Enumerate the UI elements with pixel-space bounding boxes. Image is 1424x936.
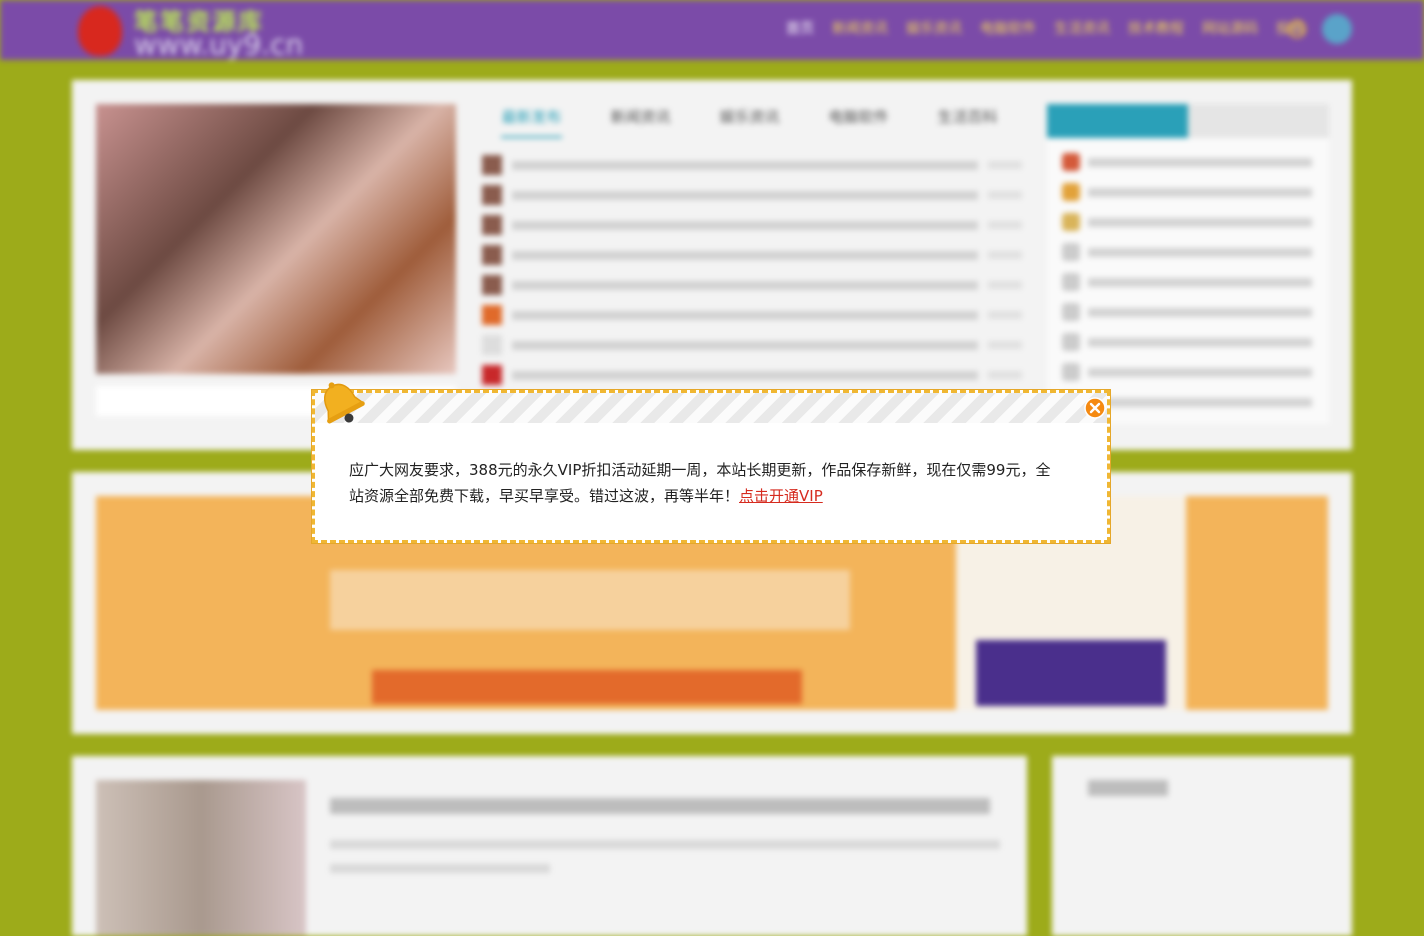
list-item[interactable] <box>482 300 1022 330</box>
list-item[interactable] <box>482 210 1022 240</box>
vip-recruit-image[interactable] <box>976 640 1166 706</box>
list-item[interactable] <box>482 150 1022 180</box>
site-logo-url: www.uy9.cn <box>134 28 304 61</box>
ranking-sidebar <box>1047 104 1329 424</box>
list-item[interactable] <box>1062 362 1312 382</box>
avatar[interactable] <box>1322 14 1352 44</box>
nav-item[interactable]: 娱乐资讯 <box>906 18 962 38</box>
post-card[interactable] <box>72 756 1027 936</box>
list-item[interactable] <box>1062 212 1312 232</box>
post-excerpt <box>330 840 1000 849</box>
featured-slider-image[interactable] <box>96 104 456 374</box>
list-item[interactable] <box>482 270 1022 300</box>
main-nav: 首页 新闻资讯 娱乐资讯 电脑软件 生活资讯 技术教程 网站源码 投稿 <box>786 18 1304 38</box>
tab-software[interactable]: 电脑软件 <box>828 106 888 138</box>
bell-icon <box>324 382 365 424</box>
nav-item[interactable]: 生活资讯 <box>1054 18 1110 38</box>
post-title[interactable] <box>330 798 990 814</box>
list-item[interactable] <box>482 330 1022 360</box>
article-list <box>482 150 1022 390</box>
tag-panel-title <box>1088 780 1168 796</box>
list-item[interactable] <box>482 240 1022 270</box>
tab-life[interactable]: 生活百科 <box>937 106 997 138</box>
banner-pill <box>372 670 802 704</box>
list-item[interactable] <box>1062 302 1312 322</box>
nav-item[interactable]: 新闻资讯 <box>832 18 888 38</box>
nav-item[interactable]: 首页 <box>786 18 814 38</box>
tab-hot-ranking[interactable] <box>1047 104 1188 138</box>
banner-right <box>1186 496 1328 710</box>
nav-item[interactable]: 电脑软件 <box>980 18 1036 38</box>
flame-logo-icon <box>78 6 122 56</box>
list-item[interactable] <box>1062 152 1312 172</box>
close-icon[interactable] <box>1084 397 1106 419</box>
list-item[interactable] <box>1062 332 1312 352</box>
nav-item[interactable]: 网站源码 <box>1202 18 1258 38</box>
tag-panel <box>1052 756 1352 936</box>
modal-message: 应广大网友要求，388元的永久VIP折扣活动延期一周，本站长期更新，作品保存新鲜… <box>349 457 1059 509</box>
search-icon[interactable] <box>1288 20 1306 38</box>
list-item[interactable] <box>482 180 1022 210</box>
open-vip-link[interactable]: 点击开通VIP <box>739 487 823 505</box>
list-item[interactable] <box>1062 182 1312 202</box>
modal-header <box>315 393 1107 423</box>
tab-latest[interactable]: 最新发布 <box>501 106 562 138</box>
tab-entertainment[interactable]: 娱乐资讯 <box>719 106 779 138</box>
content-tabs: 最新发布 新闻资讯 娱乐资讯 电脑软件 生活百科 <box>477 106 1022 138</box>
modal-message-text: 应广大网友要求，388元的永久VIP折扣活动延期一周，本站长期更新，作品保存新鲜… <box>349 461 1051 505</box>
list-item[interactable] <box>1062 272 1312 292</box>
post-thumbnail[interactable] <box>96 780 306 936</box>
tab-news[interactable]: 新闻资讯 <box>610 106 670 138</box>
tab-comment-ranking[interactable] <box>1188 104 1329 138</box>
nav-item[interactable]: 技术教程 <box>1128 18 1184 38</box>
vip-promo-modal: 应广大网友要求，388元的永久VIP折扣活动延期一周，本站长期更新，作品保存新鲜… <box>312 390 1110 543</box>
banner-headline-block <box>330 570 850 630</box>
list-item[interactable] <box>482 360 1022 390</box>
list-item[interactable] <box>1062 242 1312 262</box>
site-header: 笔笔资源库 www.uy9.cn 首页 新闻资讯 娱乐资讯 电脑软件 生活资讯 … <box>0 0 1424 61</box>
post-meta <box>330 864 550 873</box>
